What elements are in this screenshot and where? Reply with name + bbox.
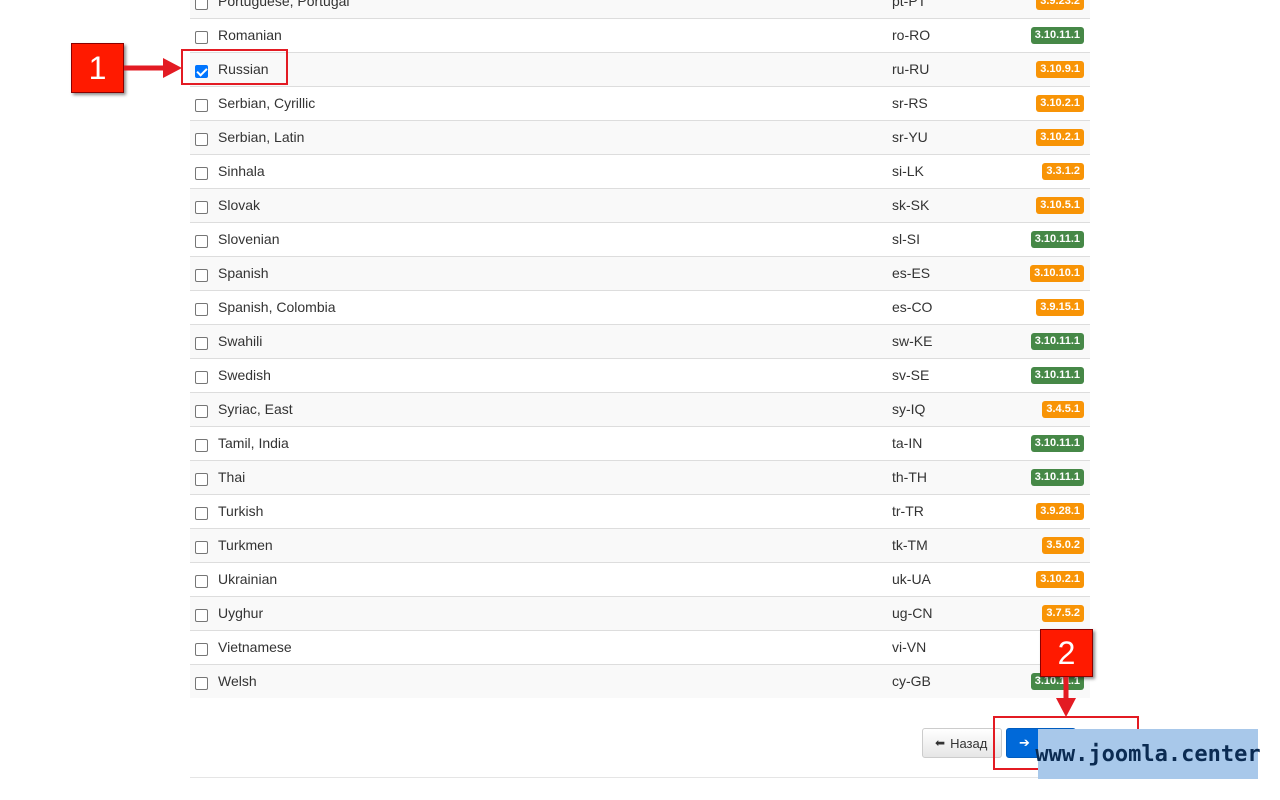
language-install-page: Portuguese, Portugal pt-PT 3.9.23.2 Romania…: [0, 0, 1280, 800]
red-arrow-icon: [124, 58, 1076, 717]
watermark: www.joomla.center: [1035, 729, 1261, 779]
